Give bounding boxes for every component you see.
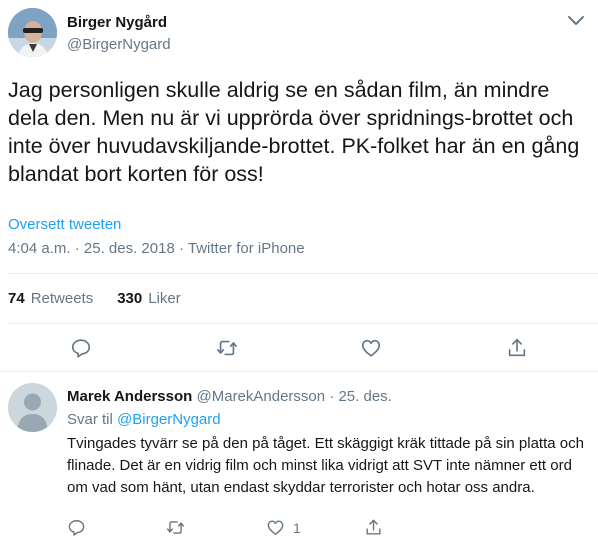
tweet-time[interactable]: 4:04 a.m. xyxy=(8,240,71,257)
like-icon[interactable] xyxy=(266,518,290,542)
tweet-source[interactable]: Twitter for iPhone xyxy=(188,240,305,257)
retweet-icon[interactable] xyxy=(216,337,240,361)
tweet-stats: 74 Retweets 330 Liker xyxy=(8,290,205,307)
reply-header: Marek Andersson @MarekAndersson · 25. de… xyxy=(67,388,392,405)
reply-tweet[interactable]: Marek Andersson @MarekAndersson · 25. de… xyxy=(0,373,598,550)
likes-label: Liker xyxy=(148,290,181,307)
author-handle[interactable]: @BirgerNygard xyxy=(67,36,171,53)
reply-icon[interactable] xyxy=(67,518,91,542)
share-icon[interactable] xyxy=(506,337,530,361)
retweets-stat[interactable]: 74 Retweets xyxy=(8,290,93,307)
retweets-label: Retweets xyxy=(30,290,94,307)
likes-stat[interactable]: 330 Liker xyxy=(117,290,181,307)
reply-date[interactable]: 25. des. xyxy=(338,388,391,405)
main-tweet: Birger Nygård @BirgerNygard Jag personli… xyxy=(0,0,598,368)
reply-to-label: Svar til xyxy=(67,411,113,428)
tweet-text: Jag personligen skulle aldrig se en såda… xyxy=(8,78,580,186)
author-name[interactable]: Birger Nygård xyxy=(67,14,167,31)
reply-like-count: 1 xyxy=(293,520,301,536)
author-photo xyxy=(8,8,57,57)
tweet-meta: 4:04 a.m. · 25. des. 2018 · Twitter for … xyxy=(8,240,305,257)
share-icon[interactable] xyxy=(364,518,388,542)
meta-separator: · xyxy=(174,240,188,257)
divider xyxy=(0,371,598,372)
tweet-date[interactable]: 25. des. 2018 xyxy=(84,240,175,257)
meta-separator: · xyxy=(70,240,84,257)
retweet-icon[interactable] xyxy=(166,518,190,542)
reply-text: Tvingades tyvärr se på den på tåget. Ett… xyxy=(67,435,584,496)
chevron-down-icon[interactable] xyxy=(564,8,588,32)
avatar[interactable] xyxy=(8,8,57,57)
reply-icon[interactable] xyxy=(70,337,94,361)
reply-actions: 1 xyxy=(0,518,598,542)
translate-tweet-link[interactable]: Oversett tweeten xyxy=(8,216,121,233)
divider xyxy=(8,273,598,274)
default-avatar-icon xyxy=(8,383,57,432)
divider xyxy=(8,323,598,324)
likes-count: 330 xyxy=(117,290,143,307)
reply-to-handle-link[interactable]: @BirgerNygard xyxy=(117,411,221,428)
like-icon[interactable] xyxy=(360,337,384,361)
tweet-actions xyxy=(0,337,598,363)
avatar[interactable] xyxy=(8,383,57,432)
retweets-count: 74 xyxy=(8,290,25,307)
reply-author-handle[interactable]: @MarekAndersson xyxy=(197,388,326,405)
reply-author-name[interactable]: Marek Andersson xyxy=(67,388,192,405)
reply-to-line: Svar til @BirgerNygard xyxy=(67,411,221,428)
